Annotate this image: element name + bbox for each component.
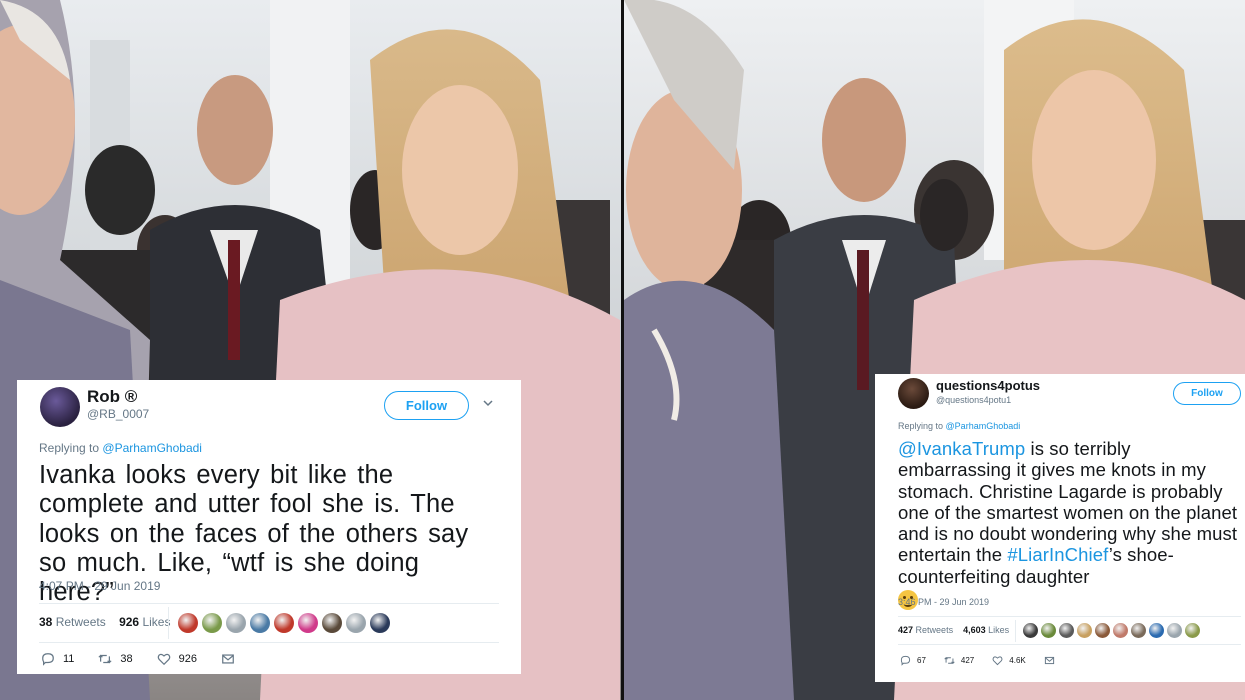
chevron-down-icon[interactable] xyxy=(483,395,493,410)
tweet-timestamp[interactable]: 4:07 PM - 29 Jun 2019 xyxy=(39,579,160,593)
engagement-stats: 427 Retweets 4,603 Likes xyxy=(898,625,1009,635)
retweets-label[interactable]: Retweets xyxy=(916,625,954,635)
liker-avatar[interactable] xyxy=(226,613,246,633)
liker-avatar[interactable] xyxy=(346,613,366,633)
likes-count[interactable]: 926 xyxy=(119,615,139,629)
heart-icon xyxy=(157,653,170,666)
liker-avatars xyxy=(1023,623,1200,638)
liker-avatar[interactable] xyxy=(178,613,198,633)
retweet-action[interactable]: 38 xyxy=(98,652,133,666)
tweet-card-right[interactable]: questions4potus @questions4potu1 Follow … xyxy=(875,374,1245,682)
direct-message-action[interactable] xyxy=(221,652,243,666)
like-action[interactable]: 926 xyxy=(157,652,197,666)
stats-separator xyxy=(168,607,169,639)
tweet-actions: 11 38 926 xyxy=(41,652,267,666)
replying-to-line: Replying to @ParhamGhobadi xyxy=(898,421,1020,431)
tweet-timestamp[interactable]: 3:46 PM - 29 Jun 2019 xyxy=(898,597,989,607)
like-action[interactable]: 4.6K xyxy=(992,655,1026,666)
divider xyxy=(39,642,499,643)
retweets-count[interactable]: 427 xyxy=(898,625,913,635)
envelope-icon xyxy=(222,654,234,664)
reply-icon xyxy=(42,653,54,666)
reply-count: 67 xyxy=(917,656,926,665)
liker-avatar[interactable] xyxy=(1059,623,1074,638)
display-name[interactable]: Rob ® xyxy=(87,387,137,407)
likes-count[interactable]: 4,603 xyxy=(963,625,986,635)
liker-avatar[interactable] xyxy=(250,613,270,633)
retweets-count[interactable]: 38 xyxy=(39,615,52,629)
user-handle[interactable]: @questions4potu1 xyxy=(936,395,1011,405)
replying-to-label: Replying to xyxy=(898,421,944,431)
tweet-card-left[interactable]: Rob ® @RB_0007 Follow Replying to @Parha… xyxy=(17,380,521,674)
avatar[interactable] xyxy=(40,387,80,427)
tweet-actions: 67 427 4.6K xyxy=(900,655,1079,666)
liker-avatar[interactable] xyxy=(1149,623,1164,638)
heart-icon xyxy=(992,656,1003,666)
liker-avatar[interactable] xyxy=(1023,623,1038,638)
liker-avatar[interactable] xyxy=(1167,623,1182,638)
divider xyxy=(39,603,499,604)
stats-separator xyxy=(1015,620,1016,642)
liker-avatar[interactable] xyxy=(1113,623,1128,638)
retweet-icon xyxy=(98,654,112,664)
hashtag-link[interactable]: #LiarInChief xyxy=(1007,544,1108,565)
liker-avatar[interactable] xyxy=(298,613,318,633)
reply-action[interactable]: 67 xyxy=(900,655,926,666)
liker-avatar[interactable] xyxy=(322,613,342,633)
display-name[interactable]: questions4potus xyxy=(936,378,1040,393)
reply-icon xyxy=(900,655,911,666)
avatar[interactable] xyxy=(898,378,929,409)
follow-button[interactable]: Follow xyxy=(1173,382,1241,405)
mention-link[interactable]: @IvankaTrump xyxy=(898,438,1025,459)
likes-label[interactable]: Likes xyxy=(988,625,1009,635)
liker-avatar[interactable] xyxy=(1131,623,1146,638)
retweets-label[interactable]: Retweets xyxy=(56,615,106,629)
retweet-icon xyxy=(944,657,955,664)
engagement-stats: 38 Retweets 926 Likes xyxy=(39,615,170,629)
divider xyxy=(898,616,1241,617)
liker-avatar[interactable] xyxy=(370,613,390,633)
reply-count: 11 xyxy=(63,653,75,665)
replying-to-label: Replying to xyxy=(39,441,100,455)
reply-mention-link[interactable]: @ParhamGhobadi xyxy=(946,421,1021,431)
liker-avatar[interactable] xyxy=(1185,623,1200,638)
divider xyxy=(898,644,1241,645)
photo-panel-left: Rob ® @RB_0007 Follow Replying to @Parha… xyxy=(0,0,621,700)
user-handle[interactable]: @RB_0007 xyxy=(87,407,149,421)
retweet-action[interactable]: 427 xyxy=(944,655,974,666)
envelope-icon xyxy=(1044,656,1054,665)
like-count: 926 xyxy=(178,653,198,665)
liker-avatar[interactable] xyxy=(1095,623,1110,638)
liker-avatar[interactable] xyxy=(1041,623,1056,638)
liker-avatar[interactable] xyxy=(1077,623,1092,638)
retweet-count: 427 xyxy=(960,656,975,665)
tweet-text: @IvankaTrump is so terribly embarrassing… xyxy=(898,438,1243,610)
reply-mention-link[interactable]: @ParhamGhobadi xyxy=(102,441,202,455)
like-count: 4.6K xyxy=(1009,656,1026,665)
liker-avatar[interactable] xyxy=(202,613,222,633)
direct-message-action[interactable] xyxy=(1044,655,1061,666)
follow-button[interactable]: Follow xyxy=(384,391,469,420)
retweet-count: 38 xyxy=(120,653,133,665)
likes-label[interactable]: Likes xyxy=(142,615,170,629)
liker-avatars xyxy=(178,613,390,633)
reply-action[interactable]: 11 xyxy=(41,652,74,666)
liker-avatar[interactable] xyxy=(274,613,294,633)
replying-to-line: Replying to @ParhamGhobadi xyxy=(39,441,202,455)
